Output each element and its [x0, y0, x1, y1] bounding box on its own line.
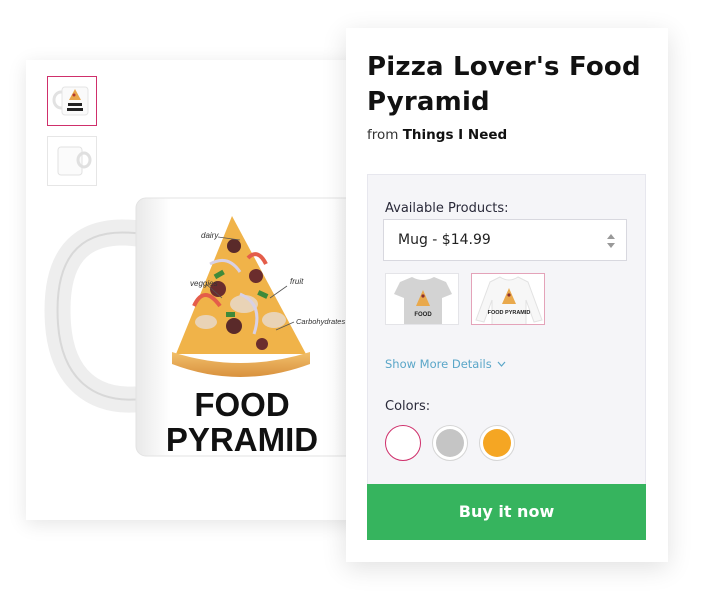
svg-text:FOOD PYRAMID: FOOD PYRAMID: [488, 310, 531, 316]
product-select[interactable]: Mug - $14.99: [383, 219, 627, 261]
annotation-carbohydrates: Carbohydrates: [296, 317, 345, 326]
svg-text:FOOD: FOOD: [414, 312, 432, 318]
show-more-details-link[interactable]: Show More Details: [385, 357, 506, 371]
t-shirt-image: FOOD: [394, 277, 452, 324]
swatch-fill: [436, 429, 464, 457]
colors-label: Colors:: [385, 399, 431, 414]
color-swatch-white[interactable]: [385, 425, 421, 461]
color-swatch-gray[interactable]: [432, 425, 468, 461]
show-more-label: Show More Details: [385, 357, 492, 371]
swatch-fill: [389, 429, 417, 457]
mug-thumbnail-image: [52, 86, 89, 116]
annotation-dairy: dairy: [201, 231, 219, 240]
available-products-label: Available Products:: [385, 201, 509, 216]
mug-back-thumbnail-image: [57, 146, 92, 176]
product-image-card: dairy veggies fruit Carbohydrates FOOD P…: [26, 60, 369, 520]
product-select-value: Mug - $14.99: [398, 232, 491, 248]
store-byline: from Things I Need: [367, 127, 507, 143]
main-product-image: dairy veggies fruit Carbohydrates FOOD P…: [44, 194, 369, 464]
thumbnail-mug-front[interactable]: [47, 76, 97, 126]
chevron-down-icon: [497, 361, 506, 367]
annotation-veggies: veggies: [190, 279, 218, 288]
product-thumb-t-shirt[interactable]: FOOD: [385, 273, 459, 325]
store-link[interactable]: Things I Need: [403, 127, 507, 143]
buy-it-now-button[interactable]: Buy it now: [367, 484, 646, 540]
annotation-fruit: fruit: [290, 277, 304, 286]
product-title: Pizza Lover's Food Pyramid: [367, 52, 641, 117]
product-page: dairy veggies fruit Carbohydrates FOOD P…: [0, 0, 704, 598]
select-arrows-icon: [607, 234, 615, 248]
mug-print-food: FOOD: [194, 386, 289, 423]
from-prefix: from: [367, 127, 399, 143]
mug-print-pyramid: PYRAMID: [166, 421, 318, 458]
product-thumb-long-sleeve[interactable]: FOOD PYRAMID: [471, 273, 545, 325]
color-swatch-orange[interactable]: [479, 425, 515, 461]
product-details-panel: Pizza Lover's Food Pyramid from Things I…: [346, 28, 668, 562]
thumbnail-mug-back[interactable]: [47, 136, 97, 186]
swatch-fill: [483, 429, 511, 457]
long-sleeve-image: FOOD PYRAMID: [475, 276, 543, 324]
